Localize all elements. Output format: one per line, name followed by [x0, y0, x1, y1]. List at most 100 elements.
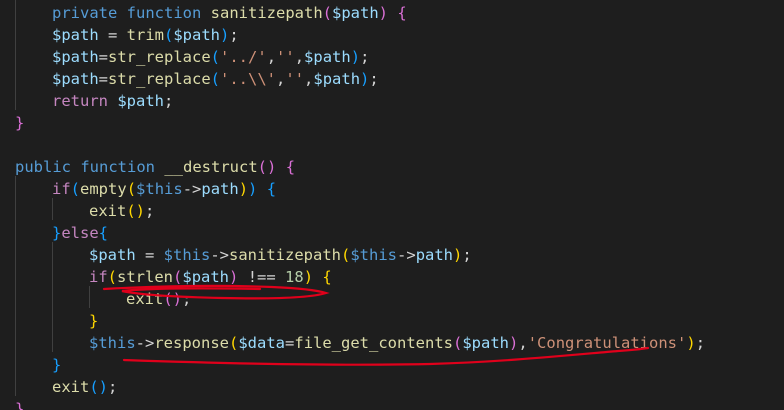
code-token: 'Congratulations' — [527, 334, 687, 352]
code-line[interactable]: } — [89, 310, 98, 332]
code-line[interactable]: return $path; — [52, 90, 173, 112]
code-line[interactable]: exit(); — [126, 288, 191, 310]
code-token: if — [52, 180, 71, 198]
code-token: str_replace — [108, 70, 211, 88]
code-token: ) — [248, 180, 258, 198]
code-token: ) — [350, 48, 361, 66]
code-token: ( — [341, 246, 351, 264]
code-token: $this — [136, 180, 183, 198]
code-token: = — [98, 70, 109, 88]
indent-guide — [52, 242, 53, 352]
code-token: $this — [163, 246, 211, 264]
code-token: function — [80, 158, 155, 176]
code-line[interactable]: $this->response($data=file_get_contents(… — [89, 332, 705, 354]
code-line[interactable]: exit(); — [89, 200, 154, 222]
code-token: = — [98, 48, 109, 66]
code-line[interactable]: }else{ — [52, 222, 108, 244]
code-token: ) — [135, 202, 146, 220]
code-token: exit — [89, 202, 127, 220]
code-line[interactable]: $path=str_replace('../','',$path); — [52, 46, 369, 68]
code-token: ( — [229, 334, 239, 352]
code-line[interactable]: } — [52, 354, 61, 376]
code-token: path — [201, 180, 239, 198]
code-token: ) — [303, 268, 314, 286]
code-token: ) — [686, 334, 696, 352]
code-token: ( — [107, 268, 118, 286]
code-line[interactable]: $path = $this->sanitizepath($this->path)… — [89, 244, 472, 266]
code-token: { — [322, 268, 332, 286]
code-token: { — [266, 180, 277, 198]
code-token: response — [154, 334, 229, 352]
code-line[interactable]: } — [15, 398, 24, 410]
code-token: = — [98, 26, 127, 44]
code-token: ) — [98, 378, 109, 396]
code-token: = — [135, 246, 164, 264]
code-token: ( — [257, 158, 268, 176]
code-token: ) — [453, 246, 463, 264]
indent-guide — [52, 198, 53, 220]
code-token: $path — [52, 26, 99, 44]
code-token: } — [52, 356, 62, 374]
code-token: $path — [52, 48, 99, 66]
code-token: $path — [182, 268, 230, 286]
code-token: $path — [304, 48, 351, 66]
code-token: ( — [89, 378, 99, 396]
code-token: , — [518, 334, 528, 352]
code-token: { — [98, 224, 109, 242]
code-token: ; — [369, 70, 379, 88]
code-token: ; — [462, 246, 472, 264]
code-token: ) — [267, 158, 277, 176]
code-token: 18 — [285, 268, 304, 286]
code-token: strlen — [117, 268, 174, 286]
code-line[interactable]: if(strlen($path) !== 18) { — [89, 266, 332, 288]
code-token: { — [397, 4, 407, 22]
code-line[interactable]: public function __destruct() { — [15, 156, 295, 178]
code-token: '..\\' — [220, 70, 277, 88]
code-token: $data — [238, 334, 286, 352]
code-token: ) — [238, 180, 249, 198]
code-line[interactable]: exit(); — [52, 376, 117, 398]
code-editor[interactable]: private function sanitizepath($path) {$p… — [0, 0, 784, 410]
code-token: if — [89, 268, 108, 286]
code-token: file_get_contents — [294, 334, 453, 352]
code-token: $path — [313, 70, 361, 88]
code-token: ( — [453, 334, 463, 352]
code-token: ) — [220, 26, 230, 44]
code-token: ( — [173, 268, 183, 286]
code-token: $path — [462, 334, 510, 352]
code-line[interactable]: $path=str_replace('..\\','',$path); — [52, 68, 379, 90]
code-token: ) — [229, 268, 239, 286]
code-token: } — [15, 114, 25, 132]
code-token: $this — [350, 246, 398, 264]
code-token: , — [266, 48, 277, 66]
code-token: __destruct — [164, 158, 258, 176]
code-token: ( — [164, 26, 174, 44]
code-token: else — [61, 224, 99, 242]
code-token: empty — [80, 180, 127, 198]
code-line[interactable]: } — [15, 112, 24, 134]
code-token: private — [52, 4, 118, 22]
code-line[interactable]: private function sanitizepath($path) { — [52, 2, 407, 24]
code-token: trim — [126, 26, 164, 44]
code-token: $path — [173, 26, 221, 44]
code-token: function — [126, 4, 202, 22]
code-token: -> — [182, 180, 202, 198]
code-token: -> — [135, 334, 155, 352]
code-token: ( — [210, 48, 221, 66]
code-token: $this — [89, 334, 136, 352]
code-line[interactable]: if(empty($this->path)) { — [52, 178, 276, 200]
code-token: ( — [322, 4, 332, 22]
code-token: ; — [360, 48, 370, 66]
code-token: ) — [172, 290, 183, 308]
code-token: , — [304, 70, 314, 88]
code-line[interactable]: $path = trim($path); — [52, 24, 239, 46]
code-token: ; — [182, 290, 192, 308]
code-token: $path — [117, 92, 165, 110]
code-token: '' — [276, 48, 295, 66]
